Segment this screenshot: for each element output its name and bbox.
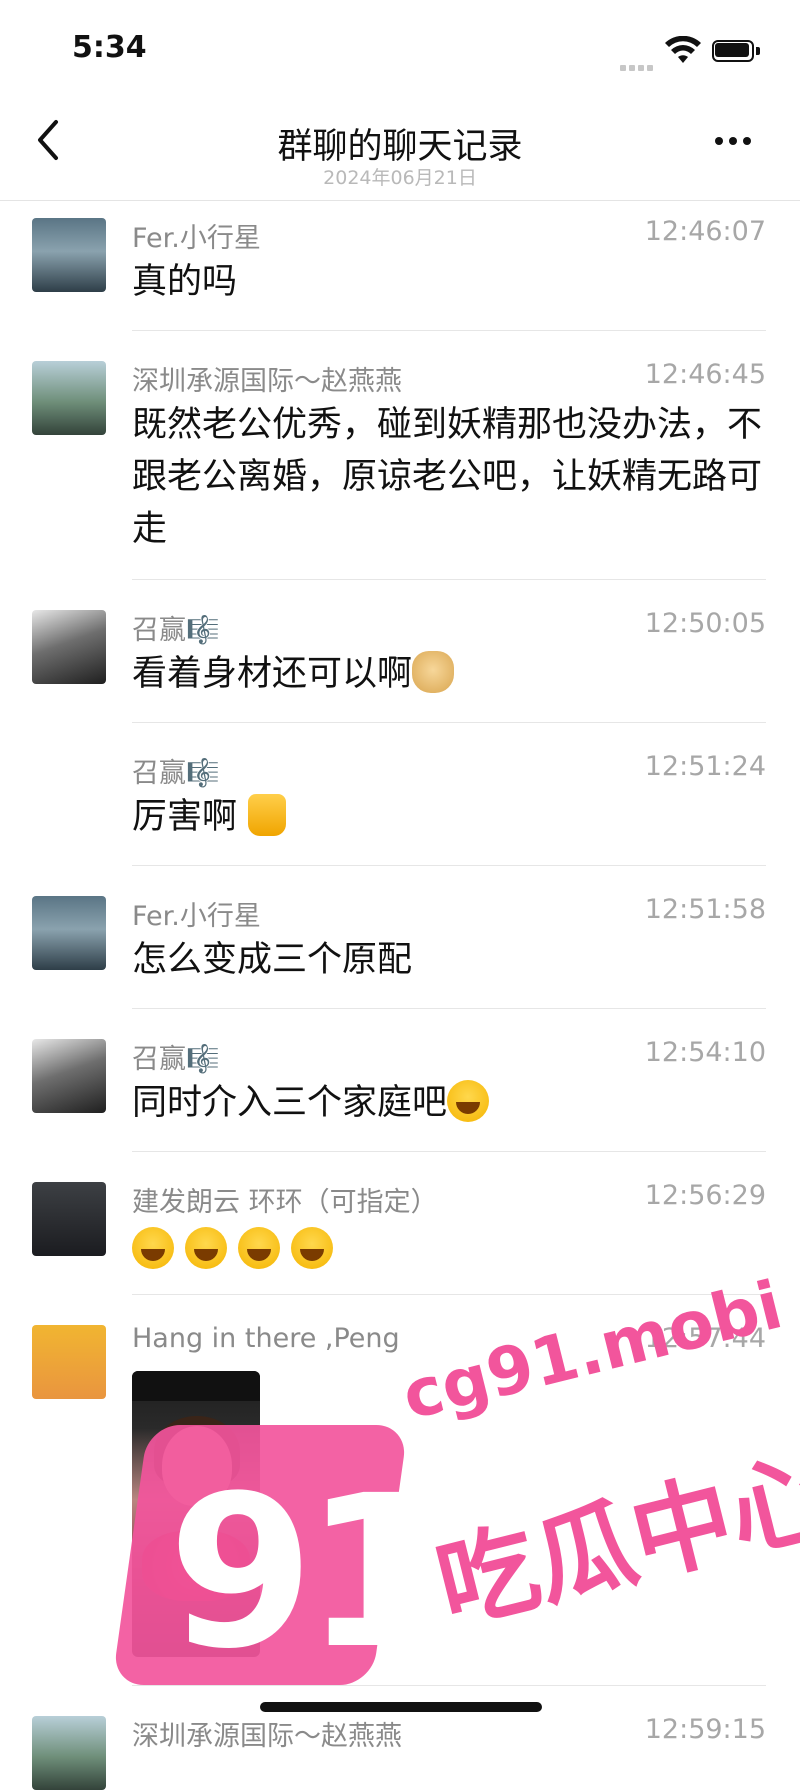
message-time: 12:51:24 [644,751,766,782]
sender-name: Fer.小行星 [132,223,261,254]
home-indicator[interactable] [260,1702,542,1712]
message-text: 看着身材还可以啊 [132,654,413,694]
message-time: 12:54:10 [644,1037,766,1068]
laughing-emoji-icon [447,1080,490,1122]
divider [132,330,766,331]
message-text: 真的吗 [132,262,238,302]
divider [132,722,766,723]
more-options-icon[interactable] [712,126,762,156]
wifi-icon [665,36,701,63]
message-text: 既然老公优秀，碰到妖精那也没办法，不跟老公离婚，原谅老公吧，让妖精无路可走 [132,405,763,549]
signal-icon [620,56,656,71]
divider [132,865,766,866]
battery-icon [712,40,762,64]
avatar[interactable] [32,1039,106,1113]
page-title: 群聊的聊天记录 [277,127,523,167]
laughing-emoji-icon [291,1227,334,1269]
message-time: 12:46:45 [644,359,766,390]
laughing-emoji-icon [185,1227,228,1269]
avatar[interactable] [32,610,106,684]
message-content: 看着身材还可以啊 [132,648,772,700]
avatar[interactable] [32,1182,106,1256]
divider [132,579,766,580]
watermark-label: 吃瓜中心 [425,1435,800,1646]
message-time: 12:50:05 [644,608,766,639]
message-time: 12:46:07 [644,216,766,247]
message-text: 厉害啊 [132,797,238,837]
laughing-emoji-icon [238,1227,281,1269]
avatar[interactable] [32,218,106,292]
laughing-emoji-icon [132,1227,174,1269]
message-time: 12:56:29 [644,1180,766,1211]
divider [132,1151,766,1152]
sender-name: 建发朗云 环环（可指定） [132,1187,438,1218]
divider [132,1294,766,1295]
page-date: 2024年06月21日 [323,167,477,189]
sender-name: 深圳承源国际～赵燕燕 [132,1721,402,1752]
message-content: 厉害啊 [132,791,772,843]
status-time: 5:34 [72,30,147,65]
divider [132,1008,766,1009]
message-content: 同时介入三个家庭吧 [132,1077,772,1129]
shared-image[interactable] [132,1371,260,1657]
avatar[interactable] [32,1325,106,1399]
sender-name: 召赢🎼 [132,615,220,646]
message-time: 12:59:15 [644,1714,766,1745]
sender-name: 召赢🎼 [132,758,220,789]
divider [132,1685,766,1686]
sender-name: 召赢🎼 [132,1044,220,1075]
message-text: 同时介入三个家庭吧 [132,1083,448,1123]
message-time: 12:57:44 [644,1323,766,1354]
doge-emoji-icon [412,651,455,693]
nav-bar: 群聊的聊天记录 2024年06月21日 [0,100,800,201]
status-bar: 5:34 [0,0,800,100]
avatar[interactable] [32,361,106,435]
sender-name: 深圳承源国际～赵燕燕 [132,366,402,397]
message-content [132,1224,772,1276]
thumbs-up-icon [248,794,287,836]
message-text: 怎么变成三个原配 [132,940,413,980]
sender-name: Hang in there ,Peng [132,1323,400,1354]
avatar[interactable] [32,896,106,970]
avatar[interactable] [32,1716,106,1790]
message-time: 12:51:58 [644,894,766,925]
sender-name: Fer.小行星 [132,901,261,932]
